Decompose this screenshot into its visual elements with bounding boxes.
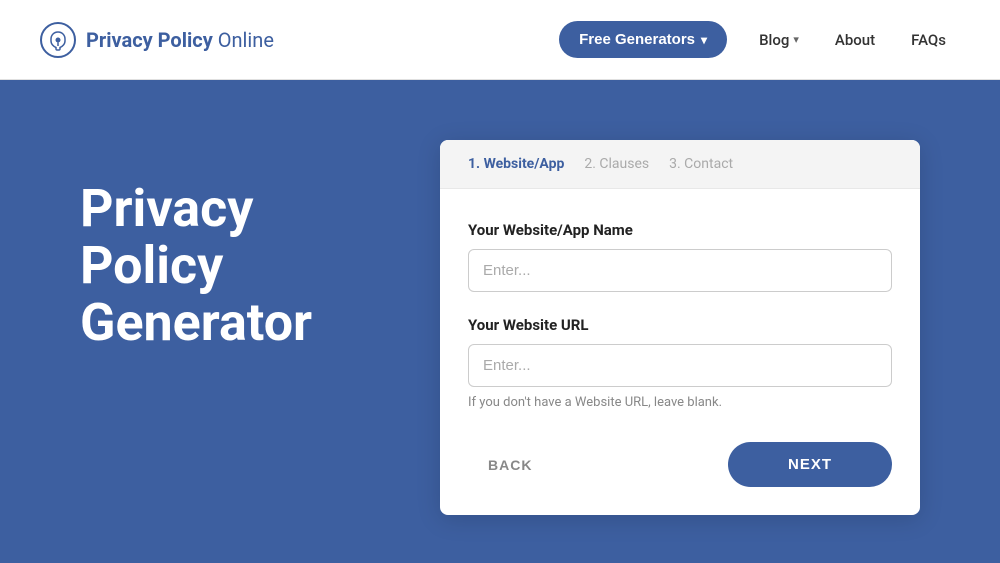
next-button[interactable]: NEXT <box>728 442 892 487</box>
back-button[interactable]: BACK <box>468 445 552 485</box>
header: Privacy Policy Online Free Generators ▾ … <box>0 0 1000 80</box>
step-3: 3. Contact <box>669 156 733 172</box>
form-actions: BACK NEXT <box>468 434 892 487</box>
hero-section: Privacy Policy Generator <box>80 140 360 352</box>
form-card: 1. Website/App 2. Clauses 3. Contact You… <box>440 140 920 515</box>
free-generators-chevron-icon: ▾ <box>701 33 707 47</box>
main-content: Privacy Policy Generator 1. Website/App … <box>0 80 1000 563</box>
free-generators-button[interactable]: Free Generators ▾ <box>559 21 727 58</box>
url-group: Your Website URL If you don't have a Web… <box>468 316 892 410</box>
url-hint: If you don't have a Website URL, leave b… <box>468 395 892 410</box>
blog-label: Blog <box>759 31 789 49</box>
form-steps: 1. Website/App 2. Clauses 3. Contact <box>440 140 920 189</box>
faqs-nav-link[interactable]: FAQs <box>897 23 960 57</box>
form-body: Your Website/App Name Your Website URL I… <box>440 189 920 515</box>
blog-nav-link[interactable]: Blog ▾ <box>745 23 813 57</box>
app-name-label: Your Website/App Name <box>468 221 892 239</box>
about-nav-link[interactable]: About <box>821 23 889 57</box>
free-generators-label: Free Generators <box>579 31 695 48</box>
logo[interactable]: Privacy Policy Online <box>40 22 274 58</box>
step-1: 1. Website/App <box>468 156 564 172</box>
logo-text: Privacy Policy Online <box>86 28 274 52</box>
url-input[interactable] <box>468 344 892 387</box>
hero-title: Privacy Policy Generator <box>80 180 360 352</box>
step-2: 2. Clauses <box>584 156 649 172</box>
blog-chevron-icon: ▾ <box>793 33 799 46</box>
logo-icon <box>40 22 76 58</box>
faqs-label: FAQs <box>911 31 946 49</box>
about-label: About <box>835 31 875 49</box>
app-name-input[interactable] <box>468 249 892 292</box>
url-label: Your Website URL <box>468 316 892 334</box>
main-nav: Free Generators ▾ Blog ▾ About FAQs <box>559 21 960 58</box>
app-name-group: Your Website/App Name <box>468 221 892 292</box>
